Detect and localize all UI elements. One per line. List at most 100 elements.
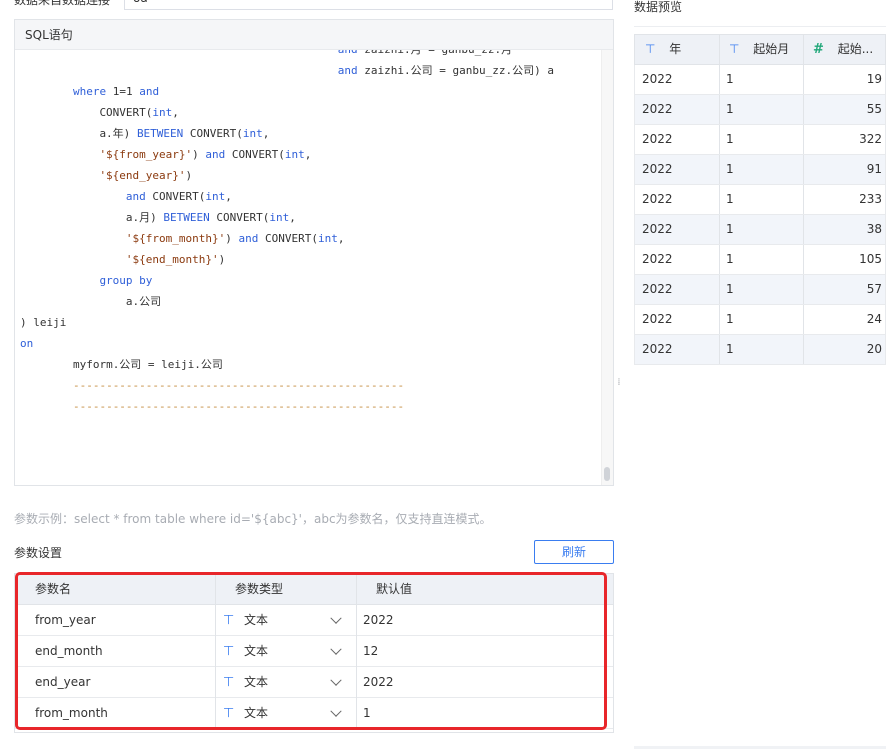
connection-label: 数据来自数据连接 [14, 0, 111, 7]
column-header-year[interactable]: ⊤ 年 [645, 35, 681, 64]
chevron-down-icon [330, 674, 342, 686]
sql-code-line: '${end_year}') [99, 165, 192, 186]
header-param-name: 参数名 [35, 582, 72, 596]
preview-row: 2022 1 38 [634, 215, 886, 245]
column-divider [719, 155, 720, 184]
param-type-label: 文本 [244, 644, 269, 658]
cell-start-month: 1 [726, 162, 734, 176]
cell-start-month: 1 [726, 132, 734, 146]
cell-start-month: 1 [726, 312, 734, 326]
sql-token: int [284, 148, 305, 161]
sql-token: '${from_year}' [99, 148, 193, 161]
cell-start-value: 19 [866, 72, 882, 86]
cell-year: 2022 [642, 282, 673, 296]
connection-select[interactable]: oa [124, 0, 613, 10]
param-name: end_month [35, 644, 103, 658]
sql-token: '${from_month}' [125, 232, 226, 245]
sql-code-line: and zaizhi.月 = ganbu_zz.月 [338, 50, 512, 60]
column-divider [719, 185, 720, 214]
sql-token: CONVERT( [258, 232, 318, 245]
sql-code-area[interactable]: and zaizhi.月 = ganbu_zz.月and zaizhi.公司 =… [15, 50, 601, 485]
sql-token: int [205, 190, 226, 203]
column-divider [803, 95, 804, 124]
param-type-label: 文本 [244, 613, 269, 627]
param-type-select[interactable]: ⊤ 文本 [215, 667, 348, 698]
preview-row: 2022 1 105 [634, 245, 886, 275]
column-header-label: 年 [669, 42, 682, 56]
column-header-start-value[interactable]: # 起始... [813, 35, 873, 64]
cell-year: 2022 [642, 252, 673, 266]
sql-editor-title: SQL语句 [15, 20, 613, 50]
column-divider [719, 245, 720, 274]
sql-token: ) [185, 169, 193, 182]
sql-code-line: ) leiji [20, 312, 66, 333]
cell-year: 2022 [642, 192, 673, 206]
sql-token: zaizhi.月 = ganbu_zz.月 [358, 50, 512, 56]
preview-row: 2022 1 24 [634, 305, 886, 335]
column-divider [719, 305, 720, 334]
sql-token: and [125, 190, 146, 203]
sql-code-line: a.月) BETWEEN CONVERT(int, [126, 207, 296, 228]
param-table: 参数名 参数类型 默认值 from_year ⊤ 文本 2022 end_month ⊤ 文… [14, 573, 614, 733]
param-name: from_year [35, 613, 96, 627]
data-preview-panel: 数据预览 ⊤ 年 ⊤ 起始月 # 起始... 2022 1 19 2022 1 55 2 [625, 0, 886, 749]
sql-token: , [304, 148, 312, 161]
sql-code-line: where 1=1 and [73, 81, 159, 102]
sql-token: a.公司 [125, 295, 162, 308]
text-type-icon: ⊤ [223, 644, 235, 659]
param-type-select[interactable]: ⊤ 文本 [215, 636, 348, 667]
sql-scrollbar-thumb[interactable] [604, 467, 610, 481]
column-divider [803, 65, 804, 94]
cell-start-value: 38 [866, 222, 882, 236]
sql-token: myform.公司 = leiji.公司 [72, 358, 223, 371]
preview-row: 2022 1 55 [634, 95, 886, 125]
param-default-input[interactable]: 2022 [363, 667, 394, 698]
text-type-icon: ⊤ [645, 42, 656, 56]
header-default-value: 默认值 [376, 582, 413, 596]
panel-splitter-handle[interactable]: ⁞ [617, 378, 621, 398]
cell-year: 2022 [642, 342, 673, 356]
cell-start-value: 322 [859, 132, 882, 146]
cell-start-month: 1 [726, 282, 734, 296]
sql-token: group by [99, 274, 153, 287]
sql-token: and [205, 148, 226, 161]
column-divider [356, 667, 357, 698]
cell-start-month: 1 [726, 72, 734, 86]
sql-token: BETWEEN [136, 127, 184, 140]
sql-token: , [289, 211, 296, 224]
column-divider [803, 185, 804, 214]
sql-token: and [238, 232, 259, 245]
param-default-input[interactable]: 2022 [363, 605, 394, 636]
column-divider [803, 35, 804, 64]
column-divider [719, 65, 720, 94]
sql-code-line: ----------------------------------------… [73, 396, 404, 417]
param-name: from_month [35, 706, 108, 720]
chevron-down-icon [330, 612, 342, 624]
sql-token: ) leiji [20, 316, 67, 329]
preview-row: 2022 1 57 [634, 275, 886, 305]
header-param-type: 参数类型 [235, 582, 284, 596]
param-hint: 参数示例：select * from table where id='${abc… [14, 512, 492, 526]
column-divider [803, 215, 804, 244]
column-divider [803, 305, 804, 334]
param-type-select[interactable]: ⊤ 文本 [215, 698, 348, 729]
cell-start-value: 105 [859, 252, 882, 266]
text-type-icon: ⊤ [223, 613, 235, 628]
sql-token: ) [225, 232, 239, 245]
sql-token: int [269, 211, 290, 224]
sql-token: CONVERT( [225, 148, 285, 161]
sql-token: '${end_year}' [99, 169, 186, 182]
sql-code-line: a.年) BETWEEN CONVERT(int, [99, 123, 269, 144]
column-divider [719, 275, 720, 304]
param-type-select[interactable]: ⊤ 文本 [215, 605, 348, 636]
number-type-icon: # [813, 42, 824, 57]
column-header-start-month[interactable]: ⊤ 起始月 [729, 35, 789, 64]
cell-start-value: 24 [866, 312, 882, 326]
sql-scrollbar[interactable] [601, 50, 613, 485]
refresh-button[interactable]: 刷新 [534, 540, 614, 564]
cell-start-month: 1 [726, 192, 734, 206]
param-default-input[interactable]: 1 [363, 698, 371, 729]
param-default-input[interactable]: 12 [363, 636, 378, 667]
divider [634, 26, 886, 27]
column-header-label: 起始... [837, 42, 874, 56]
